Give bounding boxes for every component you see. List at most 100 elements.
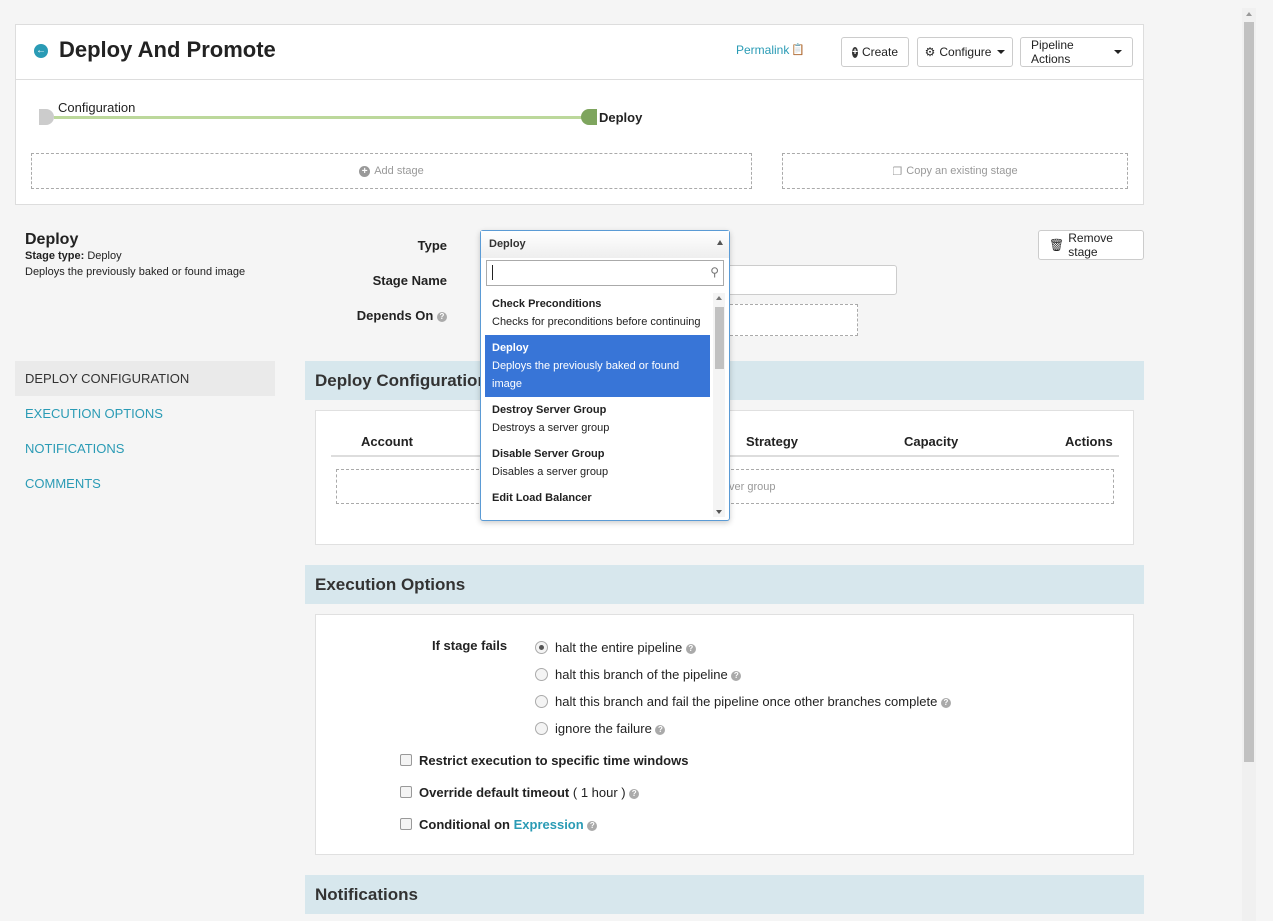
- plus-circle-icon: +: [359, 165, 371, 177]
- deploy-node-label[interactable]: Deploy: [599, 110, 642, 125]
- radio-halt-pipeline-label[interactable]: halt the entire pipeline ?: [555, 640, 696, 655]
- chevron-down-icon: [1114, 50, 1122, 54]
- radio-halt-branch-fail-pipeline-label[interactable]: halt this branch and fail the pipeline o…: [555, 694, 951, 709]
- pipeline-graph-link: [54, 116, 588, 119]
- configuration-node-label[interactable]: Configuration: [58, 100, 135, 115]
- side-nav-comments[interactable]: COMMENTS: [15, 466, 275, 501]
- radio-halt-branch-text: halt this branch of the pipeline: [555, 667, 728, 682]
- trash-icon: 🗑: [1049, 238, 1065, 252]
- override-timeout-checkbox[interactable]: [400, 786, 412, 798]
- column-header-account: Account: [361, 434, 413, 449]
- help-icon[interactable]: ?: [731, 670, 742, 681]
- type-option-check-preconditions[interactable]: Check Preconditions Checks for precondit…: [485, 291, 710, 335]
- add-server-group-label: ver group: [729, 480, 776, 493]
- stage-type-value: Deploy: [87, 250, 122, 262]
- expression-link[interactable]: Expression: [514, 817, 584, 832]
- page-scrollbar[interactable]: [1242, 8, 1256, 921]
- execution-options-header: Execution Options: [305, 565, 1144, 604]
- stage-type: Stage type: Deploy: [25, 250, 122, 262]
- add-stage-button[interactable]: + Add stage: [31, 153, 752, 189]
- dropdown-scrollbar[interactable]: [713, 293, 725, 517]
- side-nav-notifications[interactable]: NOTIFICATIONS: [15, 431, 275, 466]
- help-icon[interactable]: ?: [587, 820, 598, 831]
- stage-description: Deploys the previously baked or found im…: [25, 266, 246, 278]
- text-cursor: [492, 265, 493, 280]
- type-option-edit-load-balancer[interactable]: Edit Load Balancer: [485, 485, 710, 511]
- radio-ignore-failure[interactable]: [535, 722, 548, 735]
- type-select-current[interactable]: Deploy: [481, 231, 729, 258]
- side-nav-execution-options[interactable]: EXECUTION OPTIONS: [15, 396, 275, 431]
- override-timeout-hint: ( 1 hour ): [572, 785, 626, 800]
- restrict-time-windows-label[interactable]: Restrict execution to specific time wind…: [419, 753, 688, 768]
- option-desc: Checks for preconditions before continui…: [492, 316, 701, 328]
- stage-title: Deploy: [25, 231, 79, 248]
- restrict-time-windows-checkbox[interactable]: [400, 754, 412, 766]
- radio-halt-branch-fail-pipeline-text: halt this branch and fail the pipeline o…: [555, 694, 938, 709]
- radio-halt-pipeline-text: halt the entire pipeline: [555, 640, 683, 655]
- help-icon[interactable]: ?: [629, 788, 640, 799]
- radio-halt-branch[interactable]: [535, 668, 548, 681]
- pipeline-actions-label: Pipeline Actions: [1031, 38, 1074, 66]
- if-stage-fails-label: If stage fails: [432, 638, 508, 653]
- execution-options-body: If stage fails halt the entire pipeline …: [315, 614, 1134, 855]
- help-icon[interactable]: ?: [655, 724, 666, 735]
- conditional-expression-label[interactable]: Conditional on Expression ?: [419, 817, 598, 832]
- configure-button[interactable]: ⚙ Configure: [917, 37, 1013, 67]
- deploy-node[interactable]: [581, 109, 597, 125]
- copy-stage-label: Copy an existing stage: [906, 165, 1018, 177]
- option-name: Disable Server Group: [492, 448, 605, 460]
- chevron-up-icon: [717, 240, 723, 245]
- option-desc: Disables a server group: [492, 466, 609, 478]
- type-option-disable-server-group[interactable]: Disable Server Group Disables a server g…: [485, 441, 710, 485]
- depends-on-text: Depends On: [356, 308, 434, 323]
- side-nav-deploy-configuration[interactable]: DEPLOY CONFIGURATION: [15, 361, 275, 396]
- depends-on-label: Depends On ?: [297, 308, 447, 323]
- radio-halt-branch-label[interactable]: halt this branch of the pipeline ?: [555, 667, 742, 682]
- create-button[interactable]: + Create: [841, 37, 909, 67]
- chevron-down-icon: [997, 50, 1006, 54]
- column-header-actions: Actions: [1065, 434, 1113, 449]
- configuration-node[interactable]: [39, 109, 54, 125]
- option-desc: Deploys the previously baked or found im…: [492, 360, 680, 390]
- pipeline-header-panel: ← Deploy And Promote Permalink 📋 + Creat…: [15, 24, 1144, 205]
- dropdown-scroll-thumb[interactable]: [715, 307, 724, 369]
- clipboard-icon[interactable]: 📋: [791, 43, 805, 56]
- type-options-list: Check Preconditions Checks for precondit…: [485, 291, 710, 518]
- radio-ignore-failure-text: ignore the failure: [555, 721, 652, 736]
- copy-icon: ❐: [892, 165, 903, 178]
- header-bar: ← Deploy And Promote Permalink 📋 + Creat…: [16, 25, 1143, 80]
- radio-ignore-failure-label[interactable]: ignore the failure ?: [555, 721, 666, 736]
- notifications-header: Notifications: [305, 875, 1144, 914]
- scroll-up-icon[interactable]: [716, 296, 722, 300]
- type-search-input[interactable]: ⚲: [486, 260, 724, 286]
- option-name: Edit Load Balancer: [492, 492, 592, 504]
- override-timeout-text: Override default timeout: [419, 785, 570, 800]
- help-icon[interactable]: ?: [940, 697, 951, 708]
- help-icon[interactable]: ?: [685, 643, 696, 654]
- back-arrow-icon[interactable]: ←: [34, 44, 48, 58]
- add-stage-label: Add stage: [374, 165, 424, 177]
- option-name: Destroy Server Group: [492, 404, 607, 416]
- create-label: Create: [861, 45, 898, 59]
- column-header-capacity: Capacity: [904, 434, 959, 449]
- copy-stage-button[interactable]: ❐ Copy an existing stage: [782, 153, 1128, 189]
- plus-circle-icon: +: [852, 46, 858, 58]
- type-option-destroy-server-group[interactable]: Destroy Server Group Destroys a server g…: [485, 397, 710, 441]
- gear-icon: ⚙: [924, 45, 936, 59]
- stage-name-label: Stage Name: [372, 273, 447, 288]
- type-select-value: Deploy: [489, 238, 526, 250]
- override-timeout-label[interactable]: Override default timeout ( 1 hour ) ?: [419, 785, 640, 800]
- radio-halt-branch-fail-pipeline[interactable]: [535, 695, 548, 708]
- conditional-expression-checkbox[interactable]: [400, 818, 412, 830]
- scroll-down-icon[interactable]: [716, 510, 722, 514]
- pipeline-actions-button[interactable]: Pipeline Actions: [1020, 37, 1133, 67]
- type-option-deploy[interactable]: Deploy Deploys the previously baked or f…: [485, 335, 710, 397]
- remove-stage-button[interactable]: 🗑 Remove stage: [1038, 230, 1144, 260]
- radio-halt-pipeline[interactable]: [535, 641, 548, 654]
- type-select-dropdown[interactable]: Deploy ⚲ Check Preconditions Checks for …: [480, 230, 730, 521]
- page-scroll-thumb[interactable]: [1244, 22, 1254, 762]
- help-icon[interactable]: ?: [437, 311, 447, 322]
- permalink-link[interactable]: Permalink: [736, 43, 789, 57]
- configure-label: Configure: [939, 45, 992, 59]
- scroll-up-icon[interactable]: [1246, 12, 1252, 16]
